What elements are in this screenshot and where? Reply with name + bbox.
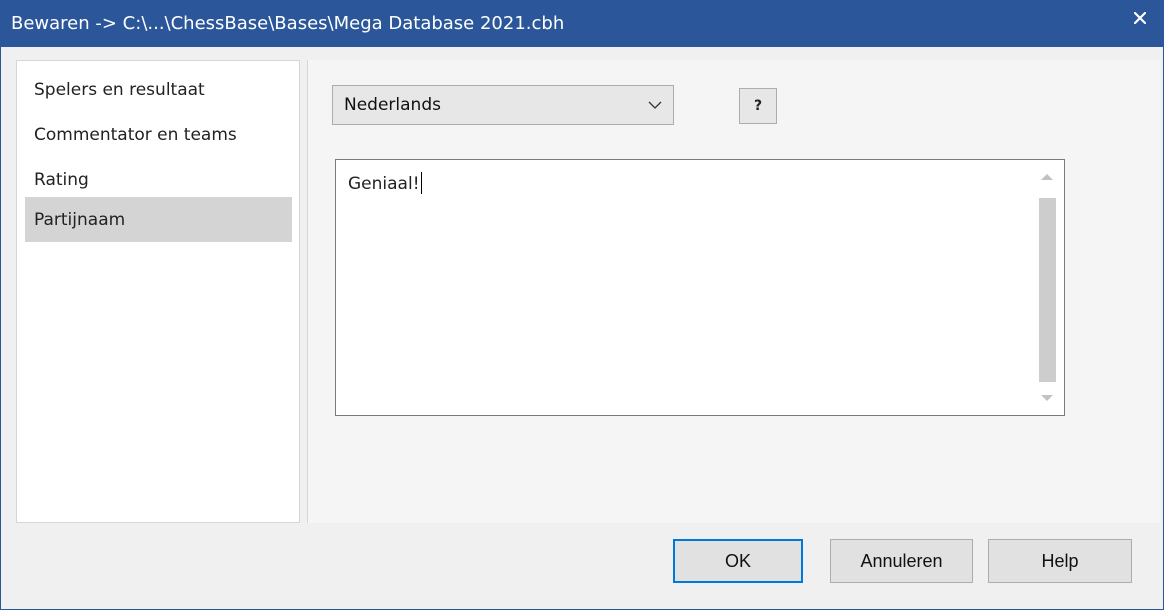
scroll-down-button[interactable] (1030, 381, 1064, 415)
scroll-up-arrow-icon (1041, 174, 1053, 180)
save-dialog: Bewaren -> C:\...\ChessBase\Bases\Mega D… (0, 0, 1164, 610)
language-dropdown[interactable]: Nederlands (332, 85, 674, 125)
nav-item-label: Spelers en resultaat (34, 79, 205, 100)
nav-item-annotator-teams[interactable]: Commentator en teams (25, 112, 292, 157)
language-help-button[interactable]: ? (739, 88, 777, 124)
vertical-scrollbar[interactable] (1030, 160, 1064, 415)
close-button[interactable] (1117, 1, 1163, 35)
cancel-button[interactable]: Annuleren (830, 539, 973, 583)
nav-item-label: Commentator en teams (34, 124, 237, 145)
game-name-text: Geniaal! (348, 172, 422, 194)
text-caret (420, 172, 422, 194)
nav-item-label: Rating (34, 169, 89, 190)
title-bar: Bewaren -> C:\...\ChessBase\Bases\Mega D… (1, 1, 1163, 47)
game-name-textarea[interactable]: Geniaal! (335, 159, 1065, 416)
chevron-down-icon (637, 101, 673, 109)
nav-item-players-result[interactable]: Spelers en resultaat (25, 67, 292, 112)
window-title: Bewaren -> C:\...\ChessBase\Bases\Mega D… (11, 13, 565, 34)
close-icon (1134, 12, 1146, 24)
nav-item-game-name[interactable]: Partijnaam (25, 197, 292, 242)
nav-item-rating[interactable]: Rating (25, 157, 292, 202)
scroll-thumb[interactable] (1039, 198, 1056, 382)
nav-item-label: Partijnaam (34, 209, 126, 230)
scroll-down-arrow-icon (1041, 395, 1053, 401)
ok-button[interactable]: OK (673, 539, 803, 583)
scroll-up-button[interactable] (1030, 160, 1064, 194)
language-dropdown-value: Nederlands (344, 95, 441, 115)
game-name-value: Geniaal! (348, 174, 420, 194)
category-list: Spelers en resultaat Commentator en team… (16, 60, 300, 523)
help-button[interactable]: Help (988, 539, 1132, 583)
